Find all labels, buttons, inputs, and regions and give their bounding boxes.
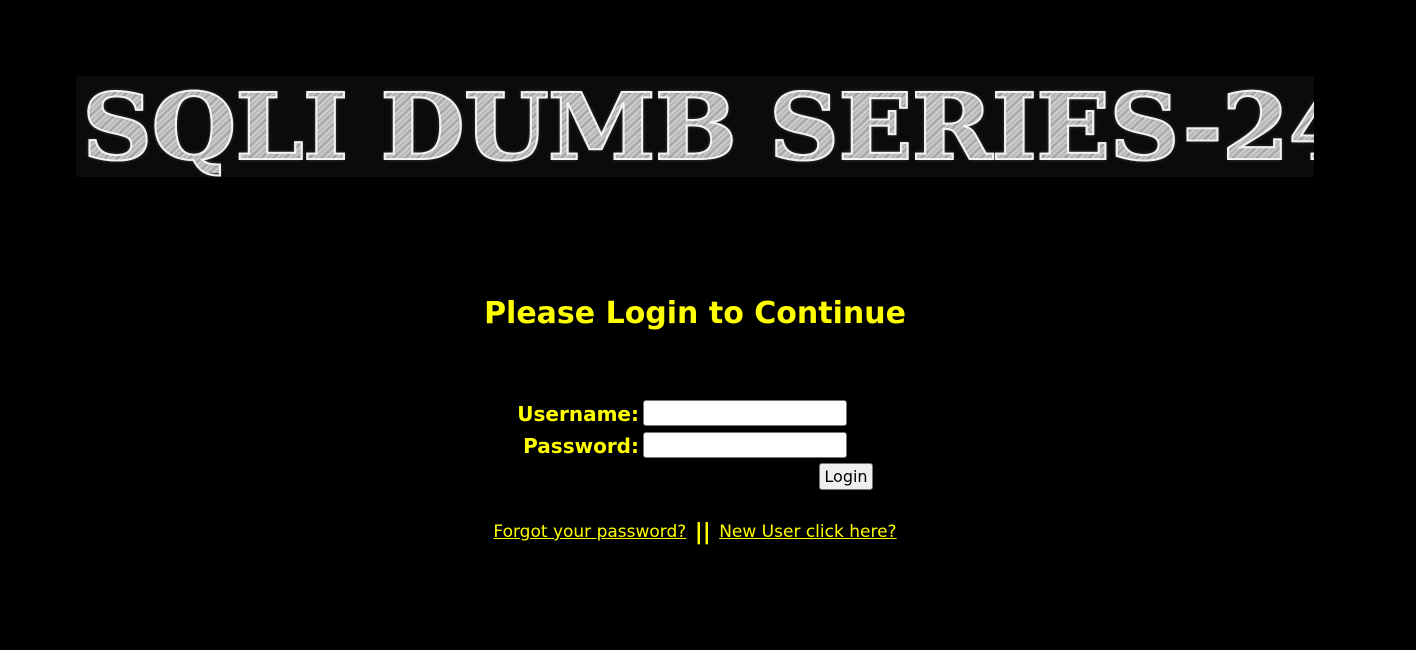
banner-title: SQLI DUMB SERIES-24 [81, 80, 1314, 174]
password-label: Password: [523, 434, 639, 458]
header-banner: SQLI DUMB SERIES-24 [76, 76, 1314, 177]
username-row: Username: [510, 400, 880, 428]
login-button[interactable]: Login [819, 463, 873, 490]
password-input[interactable] [643, 432, 847, 458]
forgot-password-link[interactable]: Forgot your password? [493, 522, 686, 542]
new-user-link[interactable]: New User click here? [719, 522, 896, 542]
password-row: Password: [510, 432, 880, 460]
link-separator: || [694, 520, 711, 545]
username-label: Username: [517, 402, 639, 426]
page-title: Please Login to Continue [484, 296, 906, 331]
footer-links: Forgot your password? || New User click … [0, 518, 1390, 545]
username-input[interactable] [643, 400, 847, 426]
